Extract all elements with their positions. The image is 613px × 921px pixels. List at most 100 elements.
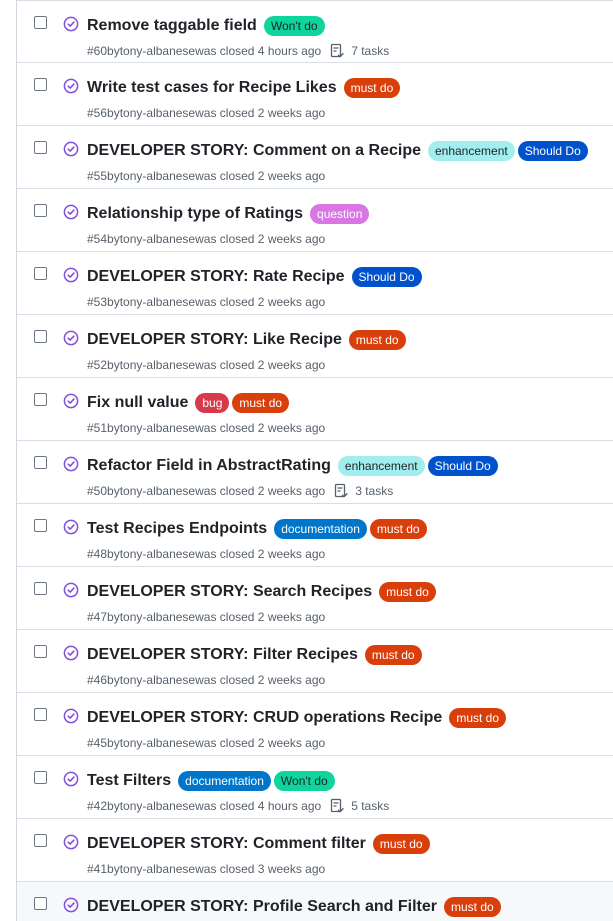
issue-row[interactable]: DEVELOPER STORY: Profile Search and Filt… <box>17 882 613 921</box>
issue-row[interactable]: Test Recipes Endpoints documentation must… <box>17 504 613 567</box>
issue-row[interactable]: DEVELOPER STORY: Filter Recipes must do … <box>17 630 613 693</box>
issue-author-link[interactable]: tony-albanese <box>120 609 195 625</box>
issue-row[interactable]: Test Filters documentation Won't do #42 b… <box>17 756 613 819</box>
issue-title-link[interactable]: DEVELOPER STORY: Like Recipe <box>87 330 342 350</box>
label-wont-do[interactable]: Won't do <box>263 16 325 36</box>
issue-title-link[interactable]: DEVELOPER STORY: Profile Search and Filt… <box>87 897 437 917</box>
label-must-do[interactable]: must do <box>348 330 406 350</box>
select-issue-checkbox[interactable] <box>34 141 47 154</box>
issue-author-link[interactable]: tony-albanese <box>120 231 195 247</box>
select-issue-checkbox[interactable] <box>34 582 47 595</box>
issue-title-link[interactable]: Remove taggable field <box>87 16 257 36</box>
issue-row[interactable]: DEVELOPER STORY: Rate Recipe Should Do #… <box>17 252 613 315</box>
select-issue-checkbox[interactable] <box>34 834 47 847</box>
issue-author-link[interactable]: tony-albanese <box>120 483 195 499</box>
label-wont-do[interactable]: Won't do <box>273 771 335 791</box>
issue-row[interactable]: DEVELOPER STORY: CRUD operations Recipe … <box>17 693 613 756</box>
task-progress[interactable]: 5 tasks <box>329 798 389 814</box>
issue-title-link[interactable]: Relationship type of Ratings <box>87 204 303 224</box>
label-enhancement[interactable]: enhancement <box>337 456 425 476</box>
issue-by: by <box>107 295 120 309</box>
select-issue-checkbox[interactable] <box>34 519 47 532</box>
label-should-do[interactable]: Should Do <box>517 141 588 161</box>
label-must-do[interactable]: must do <box>369 519 427 539</box>
label-must-do[interactable]: must do <box>232 393 290 413</box>
issue-title-link[interactable]: DEVELOPER STORY: CRUD operations Recipe <box>87 708 442 728</box>
task-progress[interactable]: 7 tasks <box>329 43 389 59</box>
issue-title-link[interactable]: Test Filters <box>87 771 171 791</box>
label-bug[interactable]: bug <box>195 393 230 413</box>
label-should-do[interactable]: Should Do <box>427 456 498 476</box>
issue-title-line: Write test cases for Recipe Likes must d… <box>87 75 401 101</box>
select-issue-checkbox[interactable] <box>34 204 47 217</box>
label-must-do[interactable]: must do <box>444 897 501 917</box>
select-issue-checkbox[interactable] <box>34 330 47 343</box>
issue-closed-time: was closed 2 weeks ago <box>195 673 326 687</box>
issue-row[interactable]: DEVELOPER STORY: Comment filter must do … <box>17 819 613 882</box>
issue-closed-time: was closed 3 weeks ago <box>195 862 326 876</box>
select-issue-checkbox[interactable] <box>34 267 47 280</box>
issue-title-link[interactable]: DEVELOPER STORY: Comment on a Recipe <box>87 141 421 161</box>
issue-labels: must do <box>370 834 430 854</box>
issue-meta: #46 by tony-albanese was closed 2 weeks … <box>87 672 325 688</box>
issue-author-link[interactable]: tony-albanese <box>120 798 195 814</box>
issue-title-link[interactable]: Fix null value <box>87 393 188 413</box>
select-issue-checkbox[interactable] <box>34 645 47 658</box>
issue-author-link[interactable]: tony-albanese <box>120 735 195 751</box>
issue-row[interactable]: DEVELOPER STORY: Like Recipe must do #52… <box>17 315 613 378</box>
issue-closed-time: was closed 2 weeks ago <box>195 295 326 309</box>
issue-author-link[interactable]: tony-albanese <box>120 43 195 59</box>
label-question[interactable]: question <box>310 204 370 224</box>
issue-title-link[interactable]: DEVELOPER STORY: Search Recipes <box>87 582 372 602</box>
issue-author-link[interactable]: tony-albanese <box>120 357 195 373</box>
select-issue-checkbox[interactable] <box>34 708 47 721</box>
issue-row[interactable]: Relationship type of Ratings question #5… <box>17 189 613 252</box>
issue-number: #51 <box>87 421 108 435</box>
issue-title-link[interactable]: Write test cases for Recipe Likes <box>87 78 337 98</box>
issue-author-link[interactable]: tony-albanese <box>120 105 195 121</box>
label-must-do[interactable]: must do <box>372 834 430 854</box>
issue-author-link[interactable]: tony-albanese <box>120 168 195 184</box>
issue-author-link[interactable]: tony-albanese <box>120 420 195 436</box>
select-issue-checkbox[interactable] <box>34 456 47 469</box>
issue-row[interactable]: DEVELOPER STORY: Comment on a Recipe enh… <box>17 126 613 189</box>
label-must-do[interactable]: must do <box>449 708 507 728</box>
label-documentation[interactable]: documentation <box>178 771 271 791</box>
label-enhancement[interactable]: enhancement <box>427 141 515 161</box>
label-should-do[interactable]: Should Do <box>351 267 422 287</box>
task-progress[interactable]: 3 tasks <box>333 483 393 499</box>
issue-title-link[interactable]: DEVELOPER STORY: Comment filter <box>87 834 366 854</box>
issue-author-link[interactable]: tony-albanese <box>120 546 195 562</box>
issue-row[interactable]: Refactor Field in AbstractRating enhance… <box>17 441 613 504</box>
select-issue-checkbox[interactable] <box>34 897 47 910</box>
issue-row[interactable]: Write test cases for Recipe Likes must d… <box>17 63 613 126</box>
task-count: 3 tasks <box>355 484 394 498</box>
issue-author-link[interactable]: tony-albanese <box>120 861 195 877</box>
issue-author-link[interactable]: tony-albanese <box>120 294 195 310</box>
closed-issue-icon <box>63 582 79 598</box>
issue-meta: #42 by tony-albanese was closed 4 hours … <box>87 798 389 814</box>
issue-by: by <box>107 799 120 813</box>
issue-row[interactable]: Fix null value bug must do #51 by tony-al… <box>17 378 613 441</box>
issue-title-link[interactable]: DEVELOPER STORY: Rate Recipe <box>87 267 345 287</box>
select-issue-checkbox[interactable] <box>34 16 47 29</box>
label-must-do[interactable]: must do <box>379 582 436 602</box>
issue-title-link[interactable]: Test Recipes Endpoints <box>87 519 267 539</box>
issue-author-link[interactable]: tony-albanese <box>120 672 195 688</box>
issue-meta: #41 by tony-albanese was closed 3 weeks … <box>87 861 325 877</box>
label-documentation[interactable]: documentation <box>274 519 367 539</box>
issue-row[interactable]: Remove taggable field Won't do #60 by to… <box>17 0 613 63</box>
label-must-do[interactable]: must do <box>364 645 422 665</box>
select-issue-checkbox[interactable] <box>34 771 47 784</box>
issue-by: by <box>107 862 120 876</box>
issue-labels: documentation Won't do <box>175 771 335 791</box>
label-must-do[interactable]: must do <box>343 78 401 98</box>
issue-row[interactable]: DEVELOPER STORY: Search Recipes must do … <box>17 567 613 630</box>
issue-title-link[interactable]: DEVELOPER STORY: Filter Recipes <box>87 645 358 665</box>
issue-closed-time: was closed 2 weeks ago <box>195 169 326 183</box>
issue-title-link[interactable]: Refactor Field in AbstractRating <box>87 456 331 476</box>
issue-meta: #54 by tony-albanese was closed 2 weeks … <box>87 231 325 247</box>
select-issue-checkbox[interactable] <box>34 393 47 406</box>
select-issue-checkbox[interactable] <box>34 78 47 91</box>
issue-labels: must do <box>376 582 436 602</box>
